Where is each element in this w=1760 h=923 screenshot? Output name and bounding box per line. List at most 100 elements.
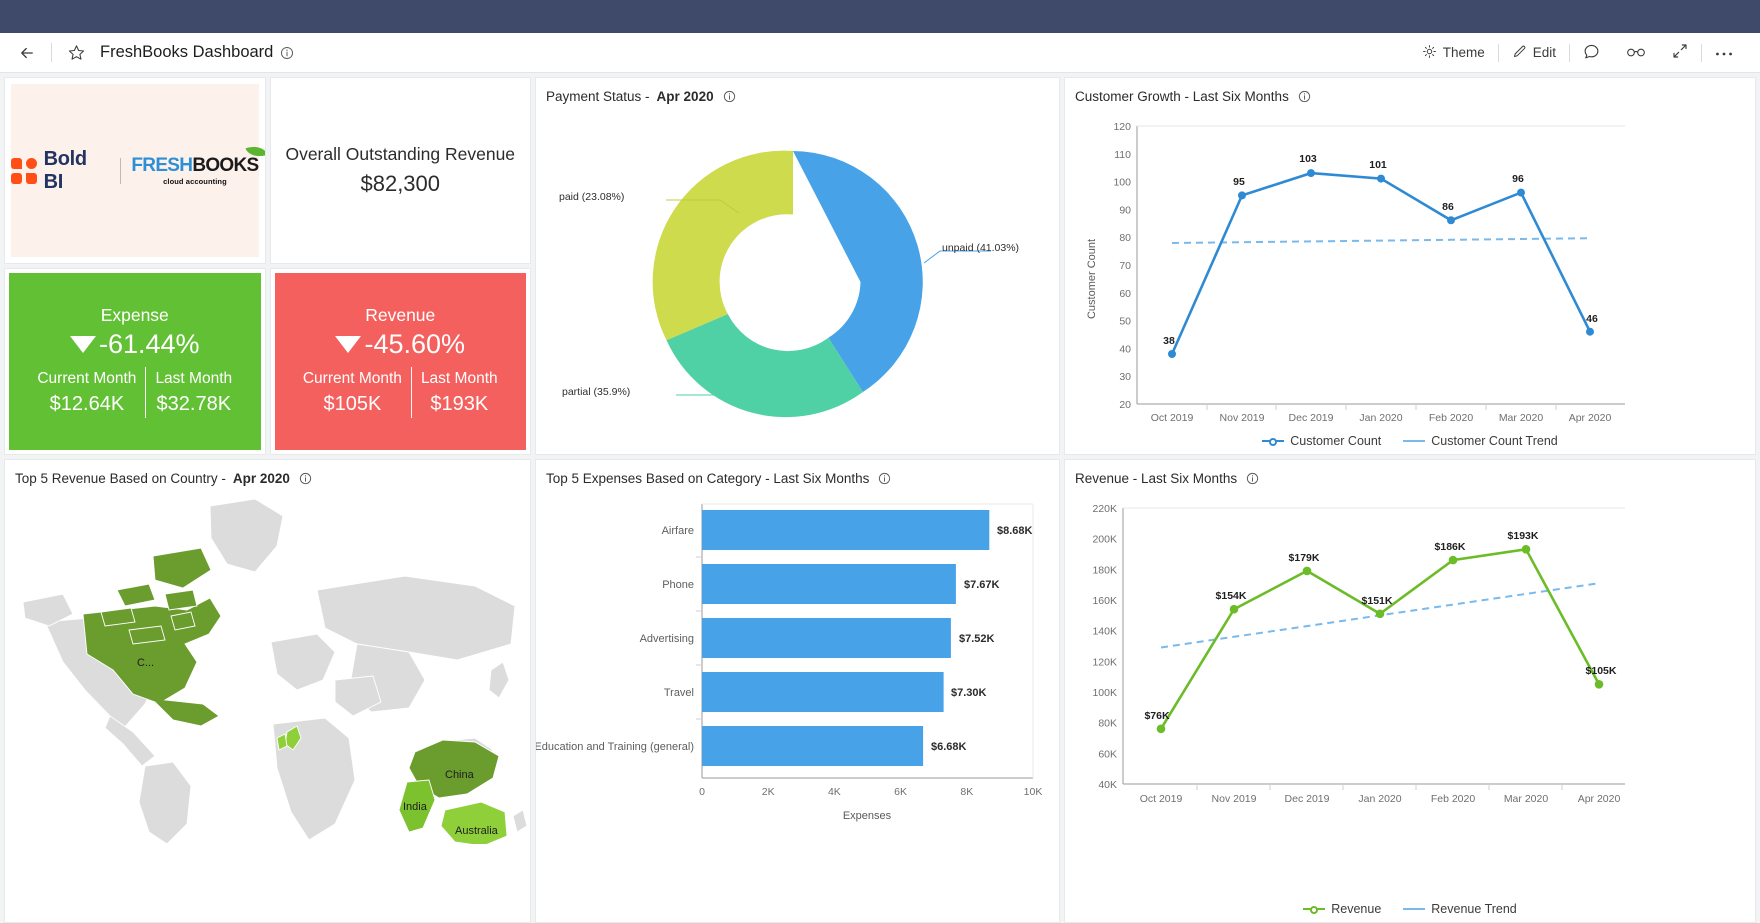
trend-down-icon xyxy=(335,336,362,354)
expense-x-axis-title: Expenses xyxy=(843,810,892,822)
revenue-chart[interactable]: 220K 200K 180K 160K 140K 120K 100K 80K 60K 40K… xyxy=(1065,486,1645,806)
star-icon[interactable] xyxy=(61,38,91,68)
legend-customer-count-trend[interactable]: Customer Count Trend xyxy=(1403,434,1558,448)
payment-status-period: Apr 2020 xyxy=(656,89,714,104)
comment-button[interactable] xyxy=(1570,38,1613,68)
svg-text:Mar 2020: Mar 2020 xyxy=(1499,412,1544,424)
revenue-line xyxy=(1159,547,1601,730)
bar-advertising xyxy=(702,618,951,658)
back-arrow-icon[interactable] xyxy=(12,38,42,68)
more-options-button[interactable] xyxy=(1702,38,1746,68)
svg-text:30: 30 xyxy=(1119,371,1131,383)
info-icon[interactable] xyxy=(878,472,891,485)
legend-label: Customer Count xyxy=(1290,434,1382,448)
svg-text:140K: 140K xyxy=(1092,626,1117,638)
customer-growth-chart[interactable]: 120 110 100 90 80 70 60 50 40 30 20 Customer Co… xyxy=(1065,104,1645,424)
freshbooks-tagline: cloud accounting xyxy=(163,176,227,186)
svg-text:95: 95 xyxy=(1233,176,1245,188)
fullscreen-button[interactable] xyxy=(1659,38,1701,68)
svg-text:4K: 4K xyxy=(828,786,841,798)
svg-text:40K: 40K xyxy=(1098,779,1117,791)
svg-text:10K: 10K xyxy=(1024,786,1043,798)
more-options-icon xyxy=(1715,45,1733,60)
donut-slice-partial xyxy=(666,314,863,418)
revenue-chart-legend: Revenue Revenue Trend xyxy=(1065,902,1755,916)
svg-text:Apr 2020: Apr 2020 xyxy=(1569,412,1612,424)
top-country-title: Top 5 Revenue Based on Country - xyxy=(15,471,226,486)
info-icon[interactable] xyxy=(723,90,736,103)
svg-text:$179K: $179K xyxy=(1289,552,1320,564)
legend-revenue-trend[interactable]: Revenue Trend xyxy=(1403,902,1517,916)
freshbooks-fresh: FRESH xyxy=(131,154,193,176)
svg-text:Customer Count: Customer Count xyxy=(1086,239,1098,319)
outstanding-revenue-label: Overall Outstanding Revenue xyxy=(285,144,516,164)
svg-text:20: 20 xyxy=(1119,399,1131,411)
svg-text:160K: 160K xyxy=(1092,595,1117,607)
info-icon[interactable] xyxy=(1298,90,1311,103)
svg-text:Oct 2019: Oct 2019 xyxy=(1151,412,1194,424)
svg-text:Dec 2019: Dec 2019 xyxy=(1289,412,1334,424)
svg-text:40: 40 xyxy=(1119,343,1131,355)
info-icon[interactable] xyxy=(299,472,312,485)
svg-text:110: 110 xyxy=(1114,149,1131,161)
svg-text:60: 60 xyxy=(1119,288,1131,300)
top-expenses-chart[interactable]: $8.68K $7.67K $7.52K $7.30K $6.68K Airfa… xyxy=(536,486,1060,831)
svg-text:Dec 2019: Dec 2019 xyxy=(1285,793,1330,805)
svg-text:$151K: $151K xyxy=(1362,595,1393,607)
svg-text:103: 103 xyxy=(1299,153,1317,165)
svg-text:Jan 2020: Jan 2020 xyxy=(1359,412,1402,424)
edit-label: Edit xyxy=(1532,45,1556,60)
info-icon[interactable] xyxy=(280,46,294,60)
world-map[interactable]: C... China India Australia xyxy=(5,494,531,844)
svg-text:$154K: $154K xyxy=(1216,590,1247,602)
svg-text:$105K: $105K xyxy=(1586,665,1617,677)
expense-category-labels: Airfare Phone Advertising Travel Educati… xyxy=(536,525,694,753)
svg-text:Mar 2020: Mar 2020 xyxy=(1504,793,1549,805)
header-divider xyxy=(51,43,52,62)
widget-revenue-chart: Revenue - Last Six Months 220K 200K 180K 1… xyxy=(1064,459,1756,923)
comment-icon xyxy=(1583,43,1600,63)
svg-text:$193K: $193K xyxy=(1508,530,1539,542)
bold-bi-logo: Bold BI xyxy=(11,148,110,194)
svg-text:60K: 60K xyxy=(1098,748,1117,760)
svg-text:70: 70 xyxy=(1119,260,1131,272)
top-country-period: Apr 2020 xyxy=(232,471,290,486)
svg-text:38: 38 xyxy=(1163,335,1175,347)
svg-text:90: 90 xyxy=(1119,204,1131,216)
revenue-x-ticks: Oct 2019 Nov 2019 Dec 2019 Jan 2020 Feb 20… xyxy=(1140,793,1621,805)
pencil-icon xyxy=(1512,44,1527,62)
svg-text:120K: 120K xyxy=(1092,656,1117,668)
view-button[interactable] xyxy=(1613,38,1659,68)
widget-outstanding-revenue: Overall Outstanding Revenue $82,300 xyxy=(269,77,531,264)
expense-last-label: Last Month xyxy=(155,369,233,387)
svg-text:Education and Training (genera: Education and Training (general) xyxy=(536,741,694,753)
revenue-current-value: $105K xyxy=(323,392,382,415)
svg-text:200K: 200K xyxy=(1092,534,1117,546)
svg-text:80: 80 xyxy=(1119,232,1131,244)
revenue-last-value: $193K xyxy=(430,392,489,415)
bar-phone xyxy=(702,564,956,604)
edit-button[interactable]: Edit xyxy=(1499,38,1569,68)
outstanding-revenue-value: $82,300 xyxy=(360,171,441,196)
expense-x-ticks: 0 2K 4K 6K 8K 10K xyxy=(699,786,1042,798)
svg-text:0: 0 xyxy=(699,786,705,798)
svg-text:$7.67K: $7.67K xyxy=(964,579,1000,591)
legend-label: Customer Count Trend xyxy=(1431,434,1558,448)
theme-button[interactable]: Theme xyxy=(1409,38,1498,68)
svg-text:46: 46 xyxy=(1586,313,1598,325)
svg-text:$8.68K: $8.68K xyxy=(997,525,1033,537)
legend-revenue[interactable]: Revenue xyxy=(1303,902,1381,916)
info-icon[interactable] xyxy=(1246,472,1259,485)
customer-growth-title: Customer Growth - Last Six Months xyxy=(1075,89,1289,104)
freshbooks-books: BOOKS xyxy=(192,154,259,176)
svg-text:86: 86 xyxy=(1442,201,1454,213)
theme-icon xyxy=(1422,44,1437,62)
svg-text:Nov 2019: Nov 2019 xyxy=(1212,793,1257,805)
customer-count-line xyxy=(1170,171,1592,355)
donut-chart[interactable]: paid (23.08%) partial (35.9%) unpaid (41… xyxy=(536,108,1059,454)
dashboard-grid: Bold BI FRESHBOOKS cloud accounting Over… xyxy=(0,73,1760,923)
legend-customer-count[interactable]: Customer Count xyxy=(1262,434,1381,448)
top-navy-bar xyxy=(0,0,1760,33)
widget-revenue-kpi: Revenue -45.60% Current Month $105K Last… xyxy=(269,268,531,455)
legend-marker-icon xyxy=(1262,435,1285,447)
